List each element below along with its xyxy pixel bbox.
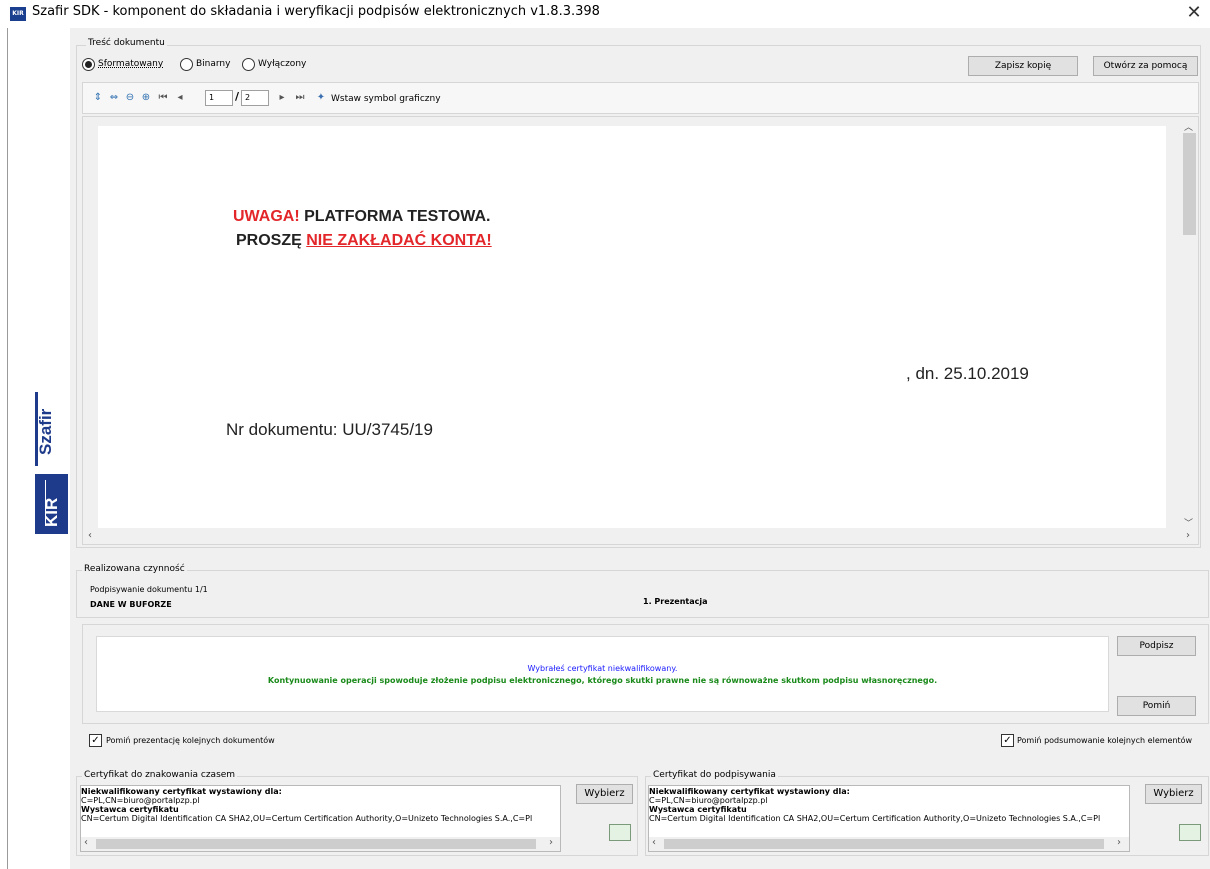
message-box bbox=[96, 636, 1109, 712]
skip-presentation-label: Pomiń prezentację kolejnych dokumentów bbox=[106, 736, 275, 745]
document-page bbox=[98, 126, 1166, 528]
skip-summary-label: Pomiń podsumowanie kolejnych elementów bbox=[1017, 736, 1193, 745]
fit-width-icon[interactable]: ⇔ bbox=[108, 91, 120, 105]
radio-formatted-label: Sformatowany bbox=[98, 59, 164, 69]
signing-issuer-title: Wystawca certyfikatu bbox=[649, 805, 747, 814]
signing-cert-icon bbox=[1179, 824, 1201, 841]
timestamp-cert-label: Certyfikat do znakowania czasem bbox=[82, 770, 238, 780]
scroll-right-icon[interactable]: › bbox=[1186, 530, 1190, 541]
warning-line2-black-text: PROSZĘ bbox=[236, 232, 307, 249]
scroll-up-icon[interactable]: ︿ bbox=[1184, 120, 1193, 133]
radio-formatted[interactable] bbox=[82, 58, 95, 71]
timestamp-issued-for-title: Niekwalifikowany certyfikat wystawiony d… bbox=[81, 787, 282, 796]
horizontal-scrollbar[interactable] bbox=[83, 528, 1181, 544]
warning-line-1: UWAGA! PLATFORMA TESTOWA. bbox=[233, 208, 490, 226]
open-with-button[interactable]: Otwórz za pomocą bbox=[1093, 56, 1198, 76]
timestamp-cert-scroll-thumb[interactable] bbox=[96, 839, 536, 849]
signing-cert-label: Certyfikat do podpisywania bbox=[651, 770, 778, 780]
document-date: , dn. 25.10.2019 bbox=[906, 364, 1029, 383]
scroll-left-icon[interactable]: ‹ bbox=[88, 530, 92, 541]
operation-label: Realizowana czynność bbox=[82, 564, 187, 574]
radio-binary-label: Binarny bbox=[196, 59, 231, 69]
signing-scroll-left-icon[interactable]: ‹ bbox=[652, 837, 656, 848]
next-page-icon[interactable]: ▸ bbox=[276, 91, 288, 105]
kir-logo-text: KIR bbox=[42, 497, 61, 527]
warning-line-2: PROSZĘ NIE ZAKŁADAĆ KONTA! bbox=[236, 232, 492, 250]
page-separator: / bbox=[235, 90, 240, 103]
timestamp-scroll-left-icon[interactable]: ‹ bbox=[84, 837, 88, 848]
previous-page-icon[interactable]: ◂ bbox=[174, 91, 186, 105]
signing-issued-for: C=PL,CN=biuro@portalpzp.pl bbox=[649, 796, 768, 805]
buffer-status: DANE W BUFORZE bbox=[90, 600, 172, 609]
signing-cert-scroll-thumb[interactable] bbox=[664, 839, 1104, 849]
warning-black-text: PLATFORMA TESTOWA. bbox=[299, 208, 491, 225]
insert-symbol-button[interactable]: Wstaw symbol graficzny bbox=[331, 94, 441, 104]
warning-line2-red-text: NIE ZAKŁADAĆ KONTA! bbox=[306, 232, 492, 249]
skip-summary-checkbox[interactable]: ✓ bbox=[1001, 734, 1014, 747]
zoom-out-icon[interactable]: ⊖ bbox=[124, 91, 136, 105]
insert-symbol-icon[interactable]: ✦ bbox=[315, 91, 327, 105]
vertical-scroll-thumb[interactable] bbox=[1183, 133, 1196, 235]
save-copy-button[interactable]: Zapisz kopię bbox=[968, 56, 1078, 76]
signing-issuer: CN=Certum Digital Identification CA SHA2… bbox=[649, 814, 1101, 823]
signing-issued-for-title: Niekwalifikowany certyfikat wystawiony d… bbox=[649, 787, 850, 796]
step-title: 1. Prezentacja bbox=[643, 597, 708, 606]
document-number: Nr dokumentu: UU/3745/19 bbox=[226, 420, 433, 439]
operation-group bbox=[76, 570, 1209, 618]
skip-presentation-checkbox[interactable]: ✓ bbox=[89, 734, 102, 747]
radio-disabled[interactable] bbox=[242, 58, 255, 71]
radio-disabled-label: Wyłączony bbox=[258, 59, 307, 69]
zoom-in-icon[interactable]: ⊕ bbox=[140, 91, 152, 105]
radio-binary[interactable] bbox=[180, 58, 193, 71]
current-page-input[interactable]: 1 bbox=[205, 90, 233, 106]
message-line-2: Kontynuowanie operacji spowoduje złożeni… bbox=[267, 676, 938, 685]
total-pages-field: 2 bbox=[241, 90, 269, 106]
last-page-icon[interactable]: ⏭ bbox=[294, 91, 306, 105]
document-content-label: Treść dokumentu bbox=[86, 38, 167, 48]
sign-button[interactable]: Podpisz bbox=[1117, 636, 1196, 656]
skip-button[interactable]: Pomiń bbox=[1117, 696, 1196, 716]
timestamp-issued-for: C=PL,CN=biuro@portalpzp.pl bbox=[81, 796, 200, 805]
message-line-1: Wybrałeś certyfikat niekwalifikowany. bbox=[527, 664, 678, 673]
scroll-down-icon[interactable]: ﹀ bbox=[1184, 516, 1193, 529]
timestamp-cert-icon bbox=[609, 824, 631, 841]
signing-scroll-right-icon[interactable]: › bbox=[1117, 837, 1121, 848]
szafir-logo-text: Szafir bbox=[36, 408, 55, 455]
timestamp-issuer-title: Wystawca certyfikatu bbox=[81, 805, 179, 814]
timestamp-scroll-right-icon[interactable]: › bbox=[549, 837, 553, 848]
fit-height-icon[interactable]: ⇕ bbox=[92, 91, 104, 105]
app-icon: KIR bbox=[10, 7, 26, 21]
signing-progress: Podpisywanie dokumentu 1/1 bbox=[90, 585, 208, 594]
timestamp-issuer: CN=Certum Digital Identification CA SHA2… bbox=[81, 814, 533, 823]
warning-red-text: UWAGA! bbox=[233, 208, 300, 225]
close-button[interactable]: ✕ bbox=[1182, 2, 1206, 24]
window-title: Szafir SDK - komponent do składania i we… bbox=[32, 4, 600, 19]
signing-choose-button[interactable]: Wybierz bbox=[1145, 784, 1202, 804]
first-page-icon[interactable]: ⏮ bbox=[157, 91, 169, 105]
timestamp-choose-button[interactable]: Wybierz bbox=[576, 784, 633, 804]
